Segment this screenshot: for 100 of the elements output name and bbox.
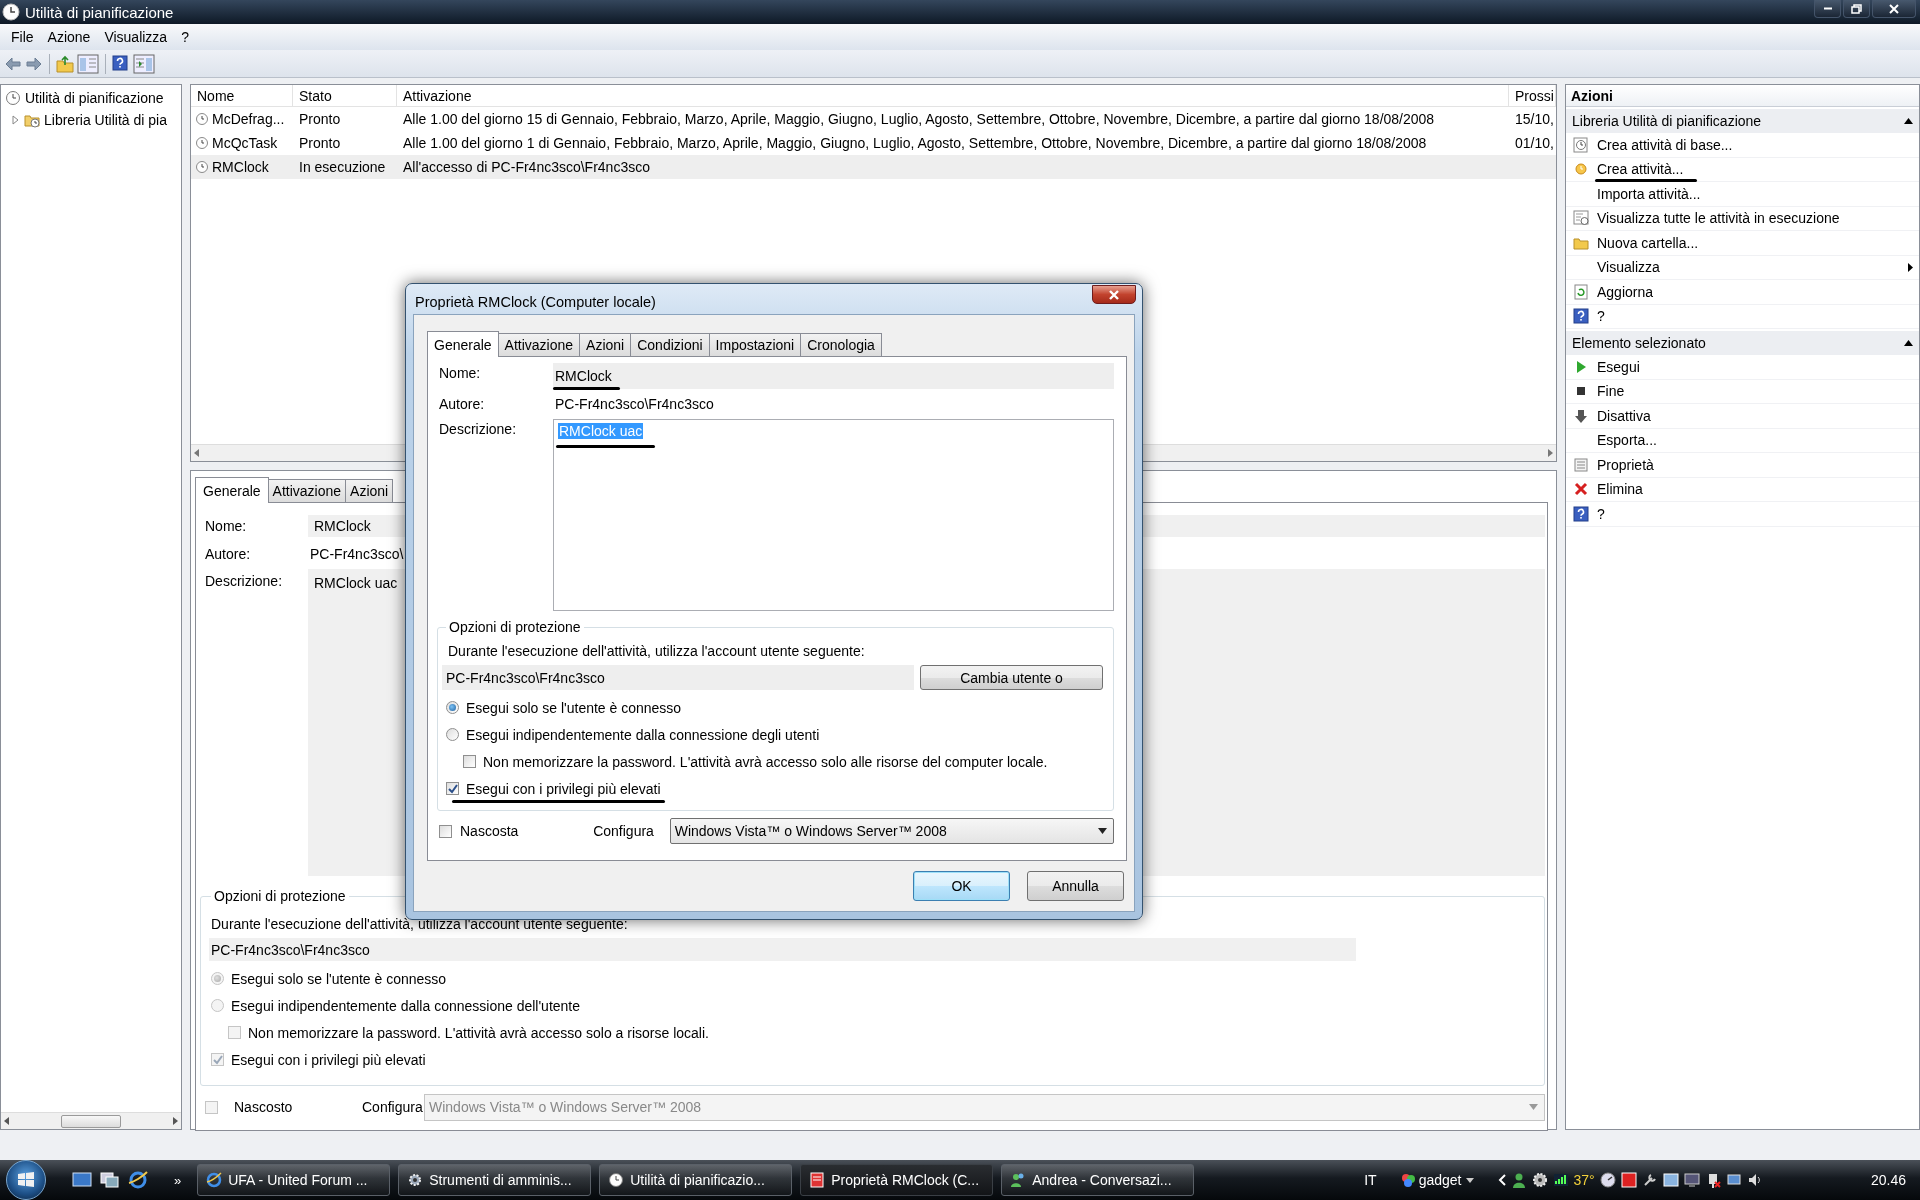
temperature-reading: 37° <box>1573 1172 1595 1188</box>
speaker-icon[interactable] <box>1746 1172 1763 1188</box>
column-header[interactable]: Attivazione <box>397 85 1509 106</box>
checkbox-label: Nascosto <box>234 1099 294 1115</box>
action-link[interactable]: Disattiva <box>1597 407 1651 424</box>
column-header[interactable]: Nome <box>191 85 293 106</box>
caret-icon[interactable] <box>1465 1177 1474 1183</box>
account-field: PC-Fr4nc3sco\Fr4nc3sco <box>442 665 914 690</box>
column-header[interactable]: Stato <box>293 85 397 106</box>
name-field[interactable]: RMClock <box>553 363 1114 389</box>
user-icon[interactable] <box>1510 1172 1527 1188</box>
close-button[interactable] <box>1092 285 1136 304</box>
scroll-left-icon[interactable] <box>4 1117 10 1125</box>
tree-item[interactable]: Utilità di pianificazione <box>25 90 164 106</box>
action-link[interactable]: Crea attività di base... <box>1597 136 1733 153</box>
table-row[interactable]: RMClock In esecuzione All'accesso di PC-Fr4nc3sco\Fr4nc3sco <box>191 155 1556 179</box>
menu-item[interactable]: Azione <box>40 29 98 45</box>
field-value: RMClock <box>555 368 612 384</box>
field-label: Autore: <box>205 546 252 562</box>
radio-button[interactable] <box>446 728 459 741</box>
language-indicator[interactable]: IT <box>1364 1172 1377 1188</box>
scroll-right-icon[interactable] <box>172 1117 178 1125</box>
section-header[interactable]: Libreria Utilità di pianificazione <box>1566 109 1919 133</box>
collapse-arrow-icon[interactable] <box>1904 118 1913 124</box>
gadget-label: gadget <box>1418 1172 1462 1188</box>
action-link[interactable]: Visualizza <box>1597 259 1660 276</box>
action-link[interactable]: Visualizza tutte le attività in esecuzione <box>1597 210 1840 227</box>
caret-icon <box>1529 1104 1538 1110</box>
tab[interactable]: Attivazione <box>497 333 581 356</box>
properties-icon <box>1573 456 1589 473</box>
checkbox[interactable] <box>439 824 452 838</box>
field-label: Descrizione: <box>439 420 518 437</box>
clock-icon <box>5 90 21 106</box>
dialog-button[interactable]: Annulla <box>1027 871 1124 901</box>
taskbar-button[interactable]: UFA - United Forum ... <box>197 1164 391 1196</box>
menu-item[interactable]: ? <box>174 29 196 45</box>
tab[interactable]: Cronologia <box>800 333 882 356</box>
action-link[interactable]: ? <box>1597 308 1605 325</box>
collapse-arrow-icon[interactable] <box>1904 340 1913 346</box>
scroll-left-icon[interactable] <box>194 449 200 457</box>
taskbar-button[interactable]: Proprietà RMClock (C... <box>800 1164 994 1196</box>
window-icon[interactable] <box>1662 1172 1679 1188</box>
clock-time[interactable]: 20.46 <box>1870 1172 1920 1188</box>
action-link[interactable]: Esporta... <box>1597 432 1657 449</box>
menu-item[interactable]: File <box>4 29 41 45</box>
action-link[interactable]: Importa attività... <box>1597 185 1701 202</box>
action-link[interactable]: ? <box>1597 505 1605 522</box>
column-header[interactable]: Prossi <box>1509 85 1556 106</box>
desktop-icon[interactable] <box>72 1171 92 1189</box>
table-cell-text: Pronto <box>298 111 342 127</box>
network-icon[interactable] <box>1725 1172 1742 1188</box>
bar-meter-icon[interactable] <box>1552 1172 1569 1188</box>
windows-icon[interactable] <box>100 1171 120 1189</box>
field-label: Configura <box>362 1099 424 1115</box>
taskbar-button[interactable]: Utilità di pianificazio... <box>599 1164 793 1196</box>
action-link[interactable]: Crea attività... <box>1597 161 1684 178</box>
action-link[interactable]: Aggiorna <box>1597 283 1654 300</box>
action-link[interactable]: Elimina <box>1597 481 1643 498</box>
table-row[interactable]: McDefrag... Pronto Alle 1.00 del giorno 15 di Gennaio, Febbraio, Marzo, Aprile, Maggio, Giugno, Luglio, Agosto, Settembre, Ottobre, Novembre, Dicembre, a partire dal giorno 18/08/2008 15/10, <box>191 107 1556 131</box>
minimize-button[interactable] <box>1814 0 1841 18</box>
table-cell-text: Pronto <box>298 135 342 151</box>
action-link[interactable]: Esegui <box>1597 358 1640 375</box>
more-button[interactable]: » <box>174 1172 182 1188</box>
window-title: Utilità di pianificazione <box>25 3 174 21</box>
square-icon[interactable] <box>1620 1172 1637 1188</box>
gauge-icon[interactable] <box>1599 1172 1616 1188</box>
scroll-right-icon[interactable] <box>1547 449 1553 457</box>
browser-icon[interactable] <box>128 1170 148 1190</box>
action-link[interactable]: Proprietà <box>1597 456 1654 473</box>
tab[interactable]: Impostazioni <box>708 333 802 356</box>
menu-item[interactable]: Visualizza <box>97 29 175 45</box>
configure-dropdown[interactable]: Windows Vista™ o Windows Server™ 2008 <box>669 818 1114 844</box>
table-cell-text: All'accesso di PC-Fr4nc3sco\Fr4nc3sco <box>402 159 651 175</box>
checkbox[interactable] <box>446 782 459 795</box>
radio-button[interactable] <box>446 701 459 714</box>
dropdown-value: Windows Vista™ o Windows Server™ 2008 <box>429 1099 702 1115</box>
action-link[interactable]: Fine <box>1597 383 1625 400</box>
section-header[interactable]: Elemento selezionato <box>1566 331 1919 355</box>
taskbar-button[interactable]: Strumenti di amminis... <box>398 1164 592 1196</box>
action-link[interactable]: Nuova cartella... <box>1597 234 1699 251</box>
tab[interactable]: Condizioni <box>630 333 710 356</box>
change-user-button[interactable]: Cambia utente o <box>920 665 1103 690</box>
taskbar-button[interactable]: Andrea - Conversazi... <box>1001 1164 1195 1196</box>
monitor-icon[interactable] <box>1683 1172 1700 1188</box>
table-cell-text: In esecuzione <box>298 159 387 175</box>
help-icon[interactable] <box>112 54 130 73</box>
dialog-button[interactable]: OK <box>913 871 1010 901</box>
collapsed-arrow-icon[interactable] <box>11 115 20 125</box>
tab[interactable]: Generale <box>427 331 499 357</box>
chevron-icon[interactable] <box>1497 1174 1506 1186</box>
close-button[interactable] <box>1872 0 1916 18</box>
scrollbar-thumb[interactable] <box>61 1114 121 1128</box>
tree-item[interactable]: Libreria Utilità di pia <box>44 112 167 128</box>
table-row[interactable]: McQcTask Pronto Alle 1.00 del giorno 1 di Gennaio, Febbraio, Marzo, Aprile, Maggio, Giugno, Luglio, Agosto, Settembre, Ottobre, Novembre, Dicembre, a partire dal giorno 18/08/2008 01/10, <box>191 131 1556 155</box>
gear-icon[interactable] <box>1531 1172 1548 1188</box>
start-button[interactable] <box>6 1160 46 1200</box>
tab[interactable]: Azioni <box>579 333 632 356</box>
folder-up-icon[interactable] <box>56 54 74 73</box>
checkbox[interactable] <box>463 755 476 768</box>
restore-button[interactable] <box>1843 0 1870 18</box>
